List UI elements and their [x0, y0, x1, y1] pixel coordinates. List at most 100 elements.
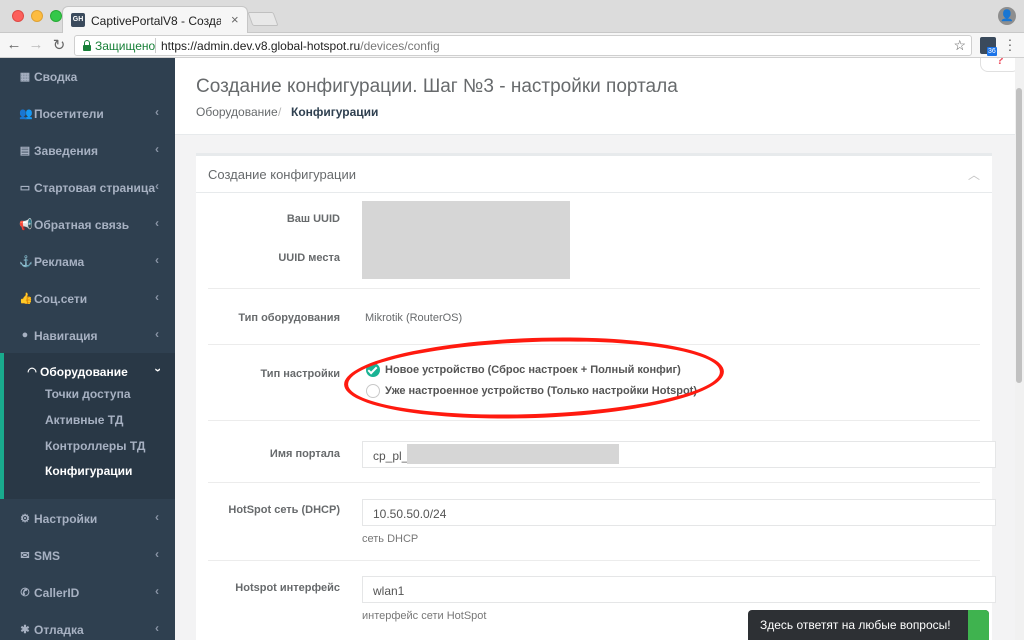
- sidebar-item-start-page[interactable]: ▭ Стартовая страница ‹: [0, 169, 175, 206]
- highlight-annotation: [342, 331, 726, 425]
- chevron-left-icon: ‹: [155, 621, 159, 635]
- sidebar-subitem-controllers[interactable]: Контроллеры ТД: [45, 439, 145, 453]
- building-icon: ▤: [19, 145, 31, 157]
- tab-title: CaptivePortalV8 - Создание к: [91, 14, 221, 28]
- breadcrumb-equipment[interactable]: Оборудование: [196, 105, 278, 119]
- portal-name-value: cp_pl_: [373, 449, 409, 463]
- favicon-icon: GH: [71, 13, 85, 27]
- sidebar-item-label: Заведения: [34, 144, 99, 158]
- dhcp-label: HotSpot сеть (DHCP): [228, 504, 340, 516]
- url-base: https://admin.dev.v8.global-hotspot.ru: [161, 39, 361, 53]
- sidebar-item-label: Настройки: [34, 512, 98, 526]
- place-uuid-label: UUID места: [278, 252, 340, 264]
- sidebar-subitem-active-ap[interactable]: Активные ТД: [45, 413, 123, 427]
- maximize-window-button[interactable]: [50, 10, 62, 22]
- sidebar-item-visitors[interactable]: 👥 Посетители ‹: [0, 95, 175, 132]
- panel-title: Создание конфигурации: [208, 167, 356, 182]
- minimize-window-button[interactable]: [31, 10, 43, 22]
- url-path: /devices/config: [360, 39, 440, 53]
- address-bar[interactable]: Защищено https://admin.dev.v8.global-hot…: [74, 35, 972, 56]
- sidebar-item-label: Обратная связь: [34, 218, 130, 232]
- scrollbar-thumb[interactable]: [1016, 88, 1022, 383]
- profile-icon[interactable]: 👤: [998, 7, 1016, 25]
- sidebar-subitem-configurations[interactable]: Конфигурации: [45, 464, 132, 478]
- chat-widget-text: Здесь ответят на любые вопросы!: [760, 618, 951, 632]
- interface-input[interactable]: wlan1: [362, 576, 996, 603]
- bookmark-star-icon[interactable]: ☆: [953, 37, 966, 54]
- new-tab-button[interactable]: [247, 12, 279, 26]
- sidebar-item-label: SMS: [34, 549, 61, 563]
- chat-widget[interactable]: Здесь ответят на любые вопросы!: [748, 610, 989, 640]
- sidebar-item-dashboard[interactable]: ▦ Сводка: [0, 58, 175, 95]
- sidebar-item-label: Соц.сети: [34, 292, 88, 306]
- radio-new-device[interactable]: [366, 363, 380, 377]
- tab-close-icon[interactable]: ×: [231, 12, 239, 27]
- chevron-left-icon: ‹: [155, 290, 159, 304]
- dhcp-input[interactable]: 10.50.50.0/24: [362, 499, 996, 526]
- phone-icon: ✆: [20, 587, 30, 599]
- chevron-left-icon: ‹: [155, 584, 159, 598]
- radio-configured-device-label[interactable]: Уже настроенное устройство (Только настр…: [385, 385, 697, 397]
- divider: [208, 560, 980, 561]
- portal-name-redacted: [407, 444, 619, 464]
- page-scrollbar[interactable]: [1015, 58, 1024, 640]
- users-icon: 👥: [19, 108, 33, 120]
- browser-tab[interactable]: GH CaptivePortalV8 - Создание к ×: [62, 6, 248, 33]
- portal-name-input[interactable]: cp_pl_: [362, 441, 996, 468]
- uuid-redacted-block: [362, 201, 570, 279]
- sidebar-item-label: Оборудование: [40, 365, 128, 379]
- desktop-icon: ▭: [19, 182, 31, 194]
- sidebar-item-social[interactable]: 👍 Соц.сети ‹: [0, 280, 175, 317]
- chevron-left-icon: ‹: [155, 327, 159, 341]
- sidebar-subitem-access-points[interactable]: Точки доступа: [45, 387, 131, 401]
- chevron-left-icon: ‹: [155, 510, 159, 524]
- radio-configured-device[interactable]: [366, 384, 380, 398]
- divider: [208, 344, 980, 345]
- sidebar-item-debug[interactable]: ✱ Отладка ‹: [0, 611, 175, 640]
- back-icon[interactable]: ←: [6, 36, 22, 53]
- divider: [208, 420, 980, 421]
- dhcp-help: сеть DHCP: [362, 533, 419, 545]
- map-marker-icon: ●: [21, 329, 29, 341]
- sidebar-item-sms[interactable]: ✉ SMS ‹: [0, 537, 175, 574]
- sidebar-item-navigation[interactable]: ● Навигация ‹: [0, 317, 175, 354]
- radio-new-device-label[interactable]: Новое устройство (Сброс настроек + Полны…: [385, 364, 681, 376]
- equipment-type-label: Тип оборудования: [238, 312, 340, 324]
- chevron-left-icon: ‹: [155, 142, 159, 156]
- sidebar-item-label: Отладка: [34, 623, 84, 637]
- sidebar-item-feedback[interactable]: 📢 Обратная связь ‹: [0, 206, 175, 243]
- wifi-icon: ◠: [27, 366, 37, 378]
- forward-icon[interactable]: →: [28, 36, 44, 53]
- sidebar-item-label: Посетители: [34, 107, 104, 121]
- sidebar-item-settings[interactable]: ⚙ Настройки ‹: [0, 500, 175, 537]
- chevron-down-icon: ‹: [150, 368, 164, 372]
- sidebar-item-venues[interactable]: ▤ Заведения ‹: [0, 132, 175, 169]
- sidebar-item-label: Навигация: [34, 329, 98, 343]
- dashboard-icon: ▦: [19, 71, 31, 83]
- portal-name-label: Имя портала: [269, 448, 340, 460]
- sidebar-item-label: Стартовая страница: [34, 181, 156, 195]
- chevron-left-icon: ‹: [155, 179, 159, 193]
- breadcrumb-configurations: Конфигурации: [291, 105, 379, 119]
- envelope-icon: ✉: [20, 550, 30, 562]
- browser-tab-bar: GH CaptivePortalV8 - Создание к × 👤: [0, 0, 1024, 33]
- chat-status-indicator: [968, 610, 989, 640]
- chevron-left-icon: ‹: [155, 216, 159, 230]
- browser-menu-icon[interactable]: · · ·: [1004, 32, 1016, 56]
- dhcp-value: 10.50.50.0/24: [373, 507, 447, 521]
- secure-label: Защищено: [95, 39, 156, 53]
- help-tab[interactable]: ?: [980, 58, 1020, 72]
- sidebar-item-callerid[interactable]: ✆ CallerID ‹: [0, 574, 175, 611]
- panel-header: Создание конфигурации ︿: [196, 156, 992, 193]
- uuid-label: Ваш UUID: [286, 213, 340, 225]
- sidebar-item-ads[interactable]: ⚓ Реклама ‹: [0, 243, 175, 280]
- chevron-up-icon[interactable]: ︿: [968, 166, 980, 183]
- reload-icon[interactable]: ↻: [51, 36, 67, 54]
- bug-icon: ✱: [20, 624, 30, 636]
- bullhorn-icon: 📢: [19, 219, 33, 231]
- close-window-button[interactable]: [12, 10, 24, 22]
- interface-value: wlan1: [373, 584, 405, 598]
- sidebar-item-label: Сводка: [34, 70, 78, 84]
- anchor-icon: ⚓: [19, 256, 33, 268]
- chevron-left-icon: ‹: [155, 547, 159, 561]
